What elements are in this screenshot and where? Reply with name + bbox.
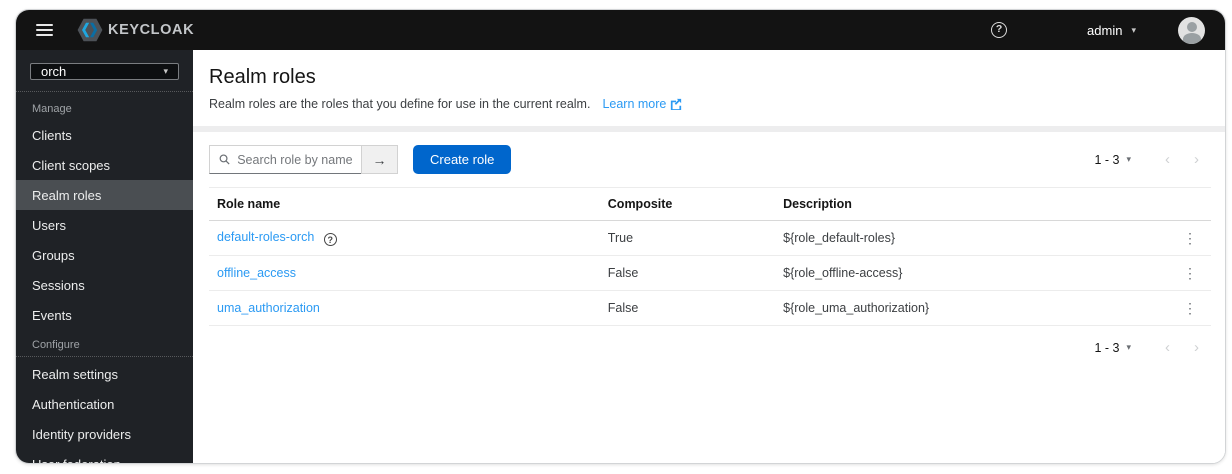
search-submit-button[interactable]: →: [361, 145, 398, 174]
table-header-row: Role name Composite Description: [209, 187, 1211, 221]
role-link[interactable]: uma_authorization: [217, 301, 320, 315]
help-icon[interactable]: ?: [323, 233, 337, 247]
column-header-role-name: Role name: [209, 187, 600, 221]
avatar[interactable]: [1178, 16, 1205, 44]
sidebar-item-realm-roles[interactable]: Realm roles: [16, 180, 193, 210]
sidebar-item-authentication[interactable]: Authentication: [16, 389, 193, 419]
table-row: uma_authorization False ${role_uma_autho…: [209, 290, 1211, 326]
kebab-menu-button[interactable]: ⋮: [1177, 230, 1203, 247]
composite-cell: True: [599, 220, 776, 256]
user-menu[interactable]: admin ▾: [1087, 23, 1136, 38]
external-link-icon: [671, 98, 682, 110]
keycloak-logo-icon: [77, 18, 103, 42]
composite-cell: False: [599, 255, 776, 291]
app-window: KEYCLOAK ? admin ▾ orch ▾ Manage Clients…: [15, 9, 1226, 464]
arrow-right-icon: →: [372, 151, 387, 168]
hamburger-menu-icon[interactable]: [36, 23, 53, 37]
sidebar-divider: [16, 356, 193, 357]
topbar: KEYCLOAK ? admin ▾: [16, 10, 1225, 50]
sidebar: orch ▾ Manage Clients Client scopes Real…: [16, 50, 193, 463]
sidebar-item-clients[interactable]: Clients: [16, 120, 193, 150]
page-description-text: Realm roles are the roles that you defin…: [209, 97, 591, 111]
sidebar-divider: [16, 91, 193, 92]
caret-down-icon: ▾: [1126, 342, 1131, 352]
next-page-button[interactable]: ›: [1182, 340, 1211, 355]
create-role-button[interactable]: Create role: [413, 145, 512, 174]
chevron-right-icon: ›: [1194, 151, 1199, 168]
kebab-icon: ⋮: [1183, 229, 1197, 246]
kebab-menu-button[interactable]: ⋮: [1177, 265, 1203, 282]
table-row: offline_access False ${role_offline-acce…: [209, 255, 1211, 291]
pagination-range-dropdown[interactable]: 1 - 3 ▾: [1094, 341, 1131, 355]
chevron-left-icon: ‹: [1165, 151, 1170, 168]
description-cell: ${role_uma_authorization}: [775, 290, 1166, 326]
sidebar-item-user-federation[interactable]: User federation: [16, 449, 193, 464]
sidebar-item-identity-providers[interactable]: Identity providers: [16, 419, 193, 449]
column-header-description: Description: [775, 187, 1166, 221]
pagination-range: 1 - 3: [1094, 340, 1120, 355]
pagination-range-dropdown[interactable]: 1 - 3 ▾: [1094, 153, 1131, 167]
prev-page-button[interactable]: ‹: [1153, 340, 1182, 355]
table-row: default-roles-orch ? True ${role_default…: [209, 220, 1211, 256]
pagination-top: 1 - 3 ▾ ‹ ›: [1094, 152, 1211, 167]
roles-table: Role name Composite Description default-…: [209, 187, 1211, 326]
description-cell: ${role_default-roles}: [775, 220, 1166, 256]
search-box: [209, 145, 361, 174]
description-cell: ${role_offline-access}: [775, 255, 1166, 291]
search-group: →: [209, 145, 398, 174]
kebab-icon: ⋮: [1183, 299, 1197, 316]
realm-selector[interactable]: orch ▾: [30, 63, 179, 80]
pagination-range: 1 - 3: [1094, 152, 1120, 167]
kebab-menu-button[interactable]: ⋮: [1177, 300, 1203, 317]
role-link[interactable]: offline_access: [217, 266, 296, 280]
search-input[interactable]: [237, 152, 352, 167]
sidebar-item-realm-settings[interactable]: Realm settings: [16, 359, 193, 389]
brand-text: KEYCLOAK: [108, 22, 195, 38]
roles-section: → Create role 1 - 3 ▾ ‹ ›: [193, 132, 1225, 463]
sidebar-item-sessions[interactable]: Sessions: [16, 270, 193, 300]
sidebar-item-users[interactable]: Users: [16, 210, 193, 240]
next-page-button[interactable]: ›: [1182, 152, 1211, 167]
sidebar-item-client-scopes[interactable]: Client scopes: [16, 150, 193, 180]
role-link[interactable]: default-roles-orch: [217, 230, 314, 244]
kebab-icon: ⋮: [1183, 264, 1197, 281]
pagination-bottom: 1 - 3 ▾ ‹ ›: [1094, 340, 1211, 355]
column-header-composite: Composite: [599, 187, 776, 221]
main-content: Realm roles Realm roles are the roles th…: [193, 50, 1225, 463]
section-label-configure: Configure: [32, 339, 80, 351]
page-title: Realm roles: [209, 66, 316, 88]
search-icon: [219, 154, 230, 165]
avatar-person-icon: [1186, 21, 1197, 32]
column-header-actions: [1165, 187, 1211, 221]
caret-down-icon: ▾: [1131, 24, 1136, 35]
realm-selector-value: orch: [41, 64, 67, 79]
sidebar-item-groups[interactable]: Groups: [16, 240, 193, 270]
learn-more-link[interactable]: Learn more: [602, 97, 682, 111]
table-toolbar: → Create role 1 - 3 ▾ ‹ ›: [209, 145, 1211, 174]
caret-down-icon: ▾: [1126, 154, 1131, 164]
chevron-right-icon: ›: [1194, 339, 1199, 356]
help-icon[interactable]: ?: [991, 22, 1008, 38]
chevron-left-icon: ‹: [1165, 339, 1170, 356]
caret-down-icon: ▾: [163, 66, 168, 76]
prev-page-button[interactable]: ‹: [1153, 152, 1182, 167]
keycloak-brand: KEYCLOAK: [77, 18, 194, 42]
username: admin: [1087, 22, 1123, 38]
page-description: Realm roles are the roles that you defin…: [209, 97, 1209, 111]
topbar-right: ? admin ▾: [991, 16, 1205, 44]
sidebar-item-events[interactable]: Events: [16, 300, 193, 330]
section-label-manage: Manage: [32, 103, 72, 115]
page-header: Realm roles Realm roles are the roles th…: [193, 50, 1225, 126]
composite-cell: False: [599, 290, 776, 326]
